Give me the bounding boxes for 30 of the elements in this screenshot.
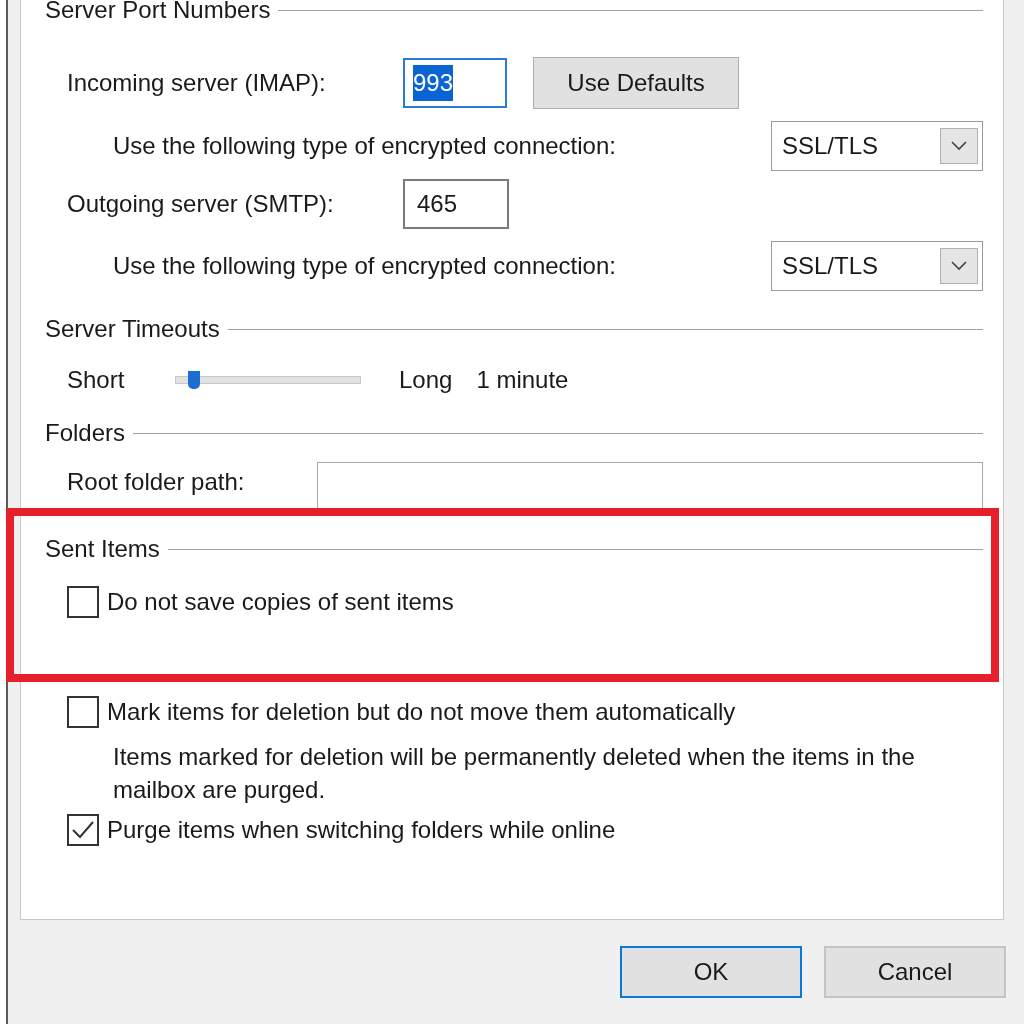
section-heading: Server Timeouts	[45, 314, 220, 344]
dropdown[interactable]: SSL/TLS	[771, 241, 983, 291]
section-heading: Sent Items	[45, 534, 160, 564]
field-label: Incoming server (IMAP):	[67, 68, 327, 98]
checkbox[interactable]	[67, 586, 99, 618]
slider-label: Long	[399, 365, 453, 395]
checkbox[interactable]	[67, 696, 99, 728]
ok-button[interactable]: OK	[620, 946, 802, 998]
timeout-value: 1 minute	[476, 365, 569, 395]
checkbox-label: Mark items for deletion but do not move them automatically	[107, 697, 736, 727]
section-heading: Server Port Numbers	[45, 0, 271, 25]
slider-thumb[interactable]	[187, 371, 200, 389]
field-label: Root folder path:	[67, 467, 246, 497]
slider[interactable]	[175, 370, 361, 390]
use-defaults-button[interactable]: Use Defaults	[533, 57, 739, 109]
section-heading: Folders	[45, 418, 126, 448]
chevron-down-icon	[951, 261, 967, 271]
field-label: Outgoing server (SMTP):	[67, 189, 335, 219]
checkbox-label: Purge items when switching folders while online	[107, 815, 616, 845]
input-field[interactable]: 465	[403, 179, 509, 229]
field-label: Use the following type of encrypted connection:	[113, 131, 616, 161]
dropdown[interactable]: SSL/TLS	[771, 121, 983, 171]
slider-label: Short	[67, 365, 126, 395]
checkbox[interactable]	[67, 814, 99, 846]
input-field[interactable]: 993	[403, 58, 507, 108]
chevron-down-icon	[951, 141, 967, 151]
cancel-button[interactable]: Cancel	[824, 946, 1006, 998]
help-text: Items marked for deletion will be permanently deleted when the items in the mailbox are purged.	[113, 742, 916, 805]
checkbox-label: Do not save copies of sent items	[107, 587, 454, 617]
field-label: Use the following type of encrypted connection:	[113, 251, 616, 281]
